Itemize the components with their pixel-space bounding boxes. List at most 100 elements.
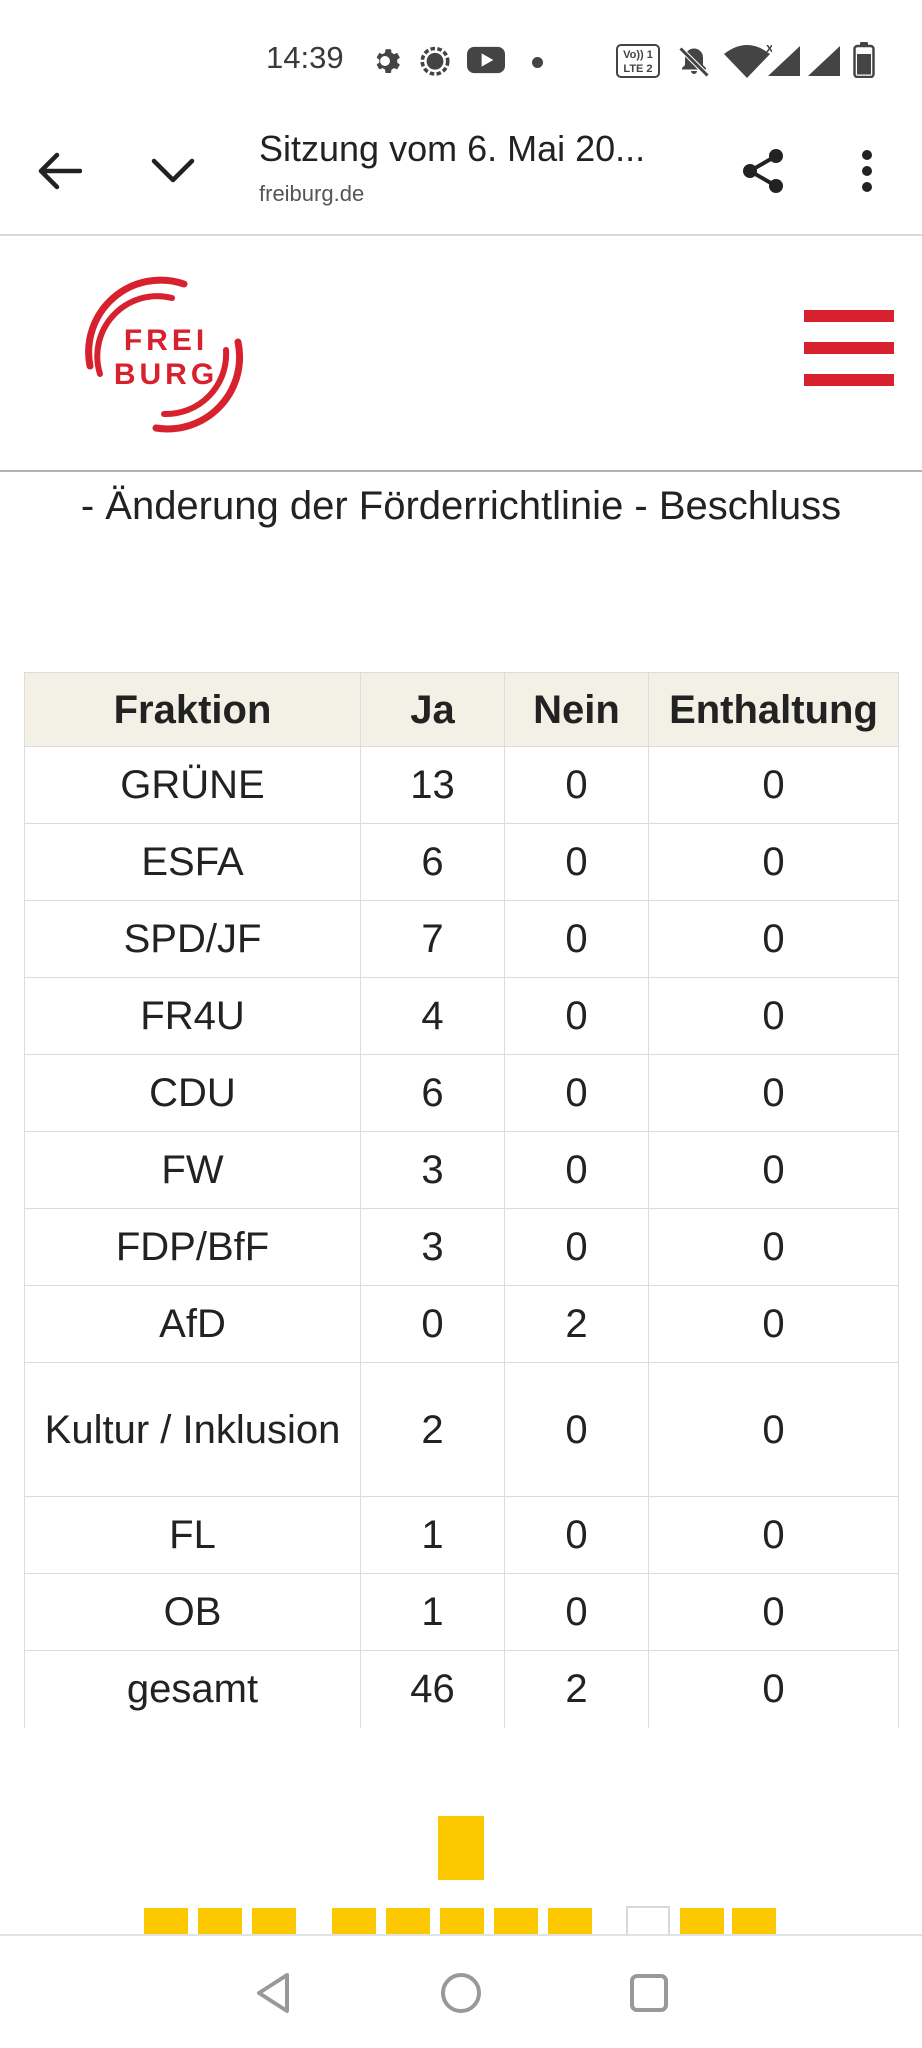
cell-nein: 0 bbox=[504, 746, 649, 824]
cell-fraktion: AfD bbox=[24, 1285, 361, 1363]
cell-ja: 2 bbox=[360, 1362, 505, 1497]
cell-nein: 0 bbox=[504, 1131, 649, 1209]
bell-off-icon bbox=[676, 44, 712, 85]
cell-ja: 6 bbox=[360, 823, 505, 901]
table-header-row: Fraktion Ja Nein Enthaltung bbox=[24, 672, 899, 747]
seat-block bbox=[440, 1908, 484, 1934]
cell-nein: 0 bbox=[504, 1573, 649, 1651]
home-circle-icon bbox=[441, 1973, 481, 2013]
table-row: SPD/JF 7 0 0 bbox=[24, 900, 899, 978]
table-row: AfD 0 2 0 bbox=[24, 1285, 899, 1363]
volte-icon: Vo)) 1 LTE 2 bbox=[616, 44, 660, 83]
youtube-icon bbox=[467, 44, 505, 81]
cell-ja: 1 bbox=[360, 1496, 505, 1574]
cell-enthaltung: 0 bbox=[648, 1208, 899, 1286]
freiburg-logo[interactable]: FREI BURG bbox=[72, 266, 256, 438]
cell-enthaltung: 0 bbox=[648, 1362, 899, 1497]
table-row: FR4U 4 0 0 bbox=[24, 977, 899, 1055]
arrow-left-icon bbox=[38, 152, 82, 190]
cell-fraktion: Kultur / Inklusion bbox=[24, 1362, 361, 1497]
menu-icon-bar bbox=[804, 342, 894, 354]
cell-nein: 0 bbox=[504, 1362, 649, 1497]
cell-ja: 46 bbox=[360, 1650, 505, 1728]
column-header-ja: Ja bbox=[360, 672, 505, 747]
empty-seat-block bbox=[626, 1906, 670, 1934]
share-icon bbox=[743, 149, 783, 193]
cell-fraktion: gesamt bbox=[24, 1650, 361, 1728]
recents-square-icon bbox=[630, 1974, 668, 2012]
cell-fraktion: ESFA bbox=[24, 823, 361, 901]
cell-ja: 13 bbox=[360, 746, 505, 824]
column-header-fraktion: Fraktion bbox=[24, 672, 361, 747]
seat-block bbox=[732, 1908, 776, 1934]
nav-back-button[interactable] bbox=[242, 1962, 304, 2024]
svg-text:FREI: FREI bbox=[124, 324, 208, 357]
cell-ja: 3 bbox=[360, 1131, 505, 1209]
wifi-icon: x bbox=[722, 40, 774, 85]
signal-icon bbox=[806, 44, 842, 83]
table-row: OB 1 0 0 bbox=[24, 1573, 899, 1651]
cell-enthaltung: 0 bbox=[648, 1054, 899, 1132]
svg-text:Vo)) 1: Vo)) 1 bbox=[623, 49, 653, 61]
seat-block bbox=[548, 1908, 592, 1934]
vote-results-table: Fraktion Ja Nein Enthaltung GRÜNE 13 0 0… bbox=[24, 672, 899, 1728]
table-row: Kultur / Inklusion 2 0 0 bbox=[24, 1362, 899, 1497]
browser-toolbar: Sitzung vom 6. Mai 20... freiburg.de bbox=[0, 112, 922, 236]
more-options-button[interactable] bbox=[830, 134, 904, 208]
cell-ja: 4 bbox=[360, 977, 505, 1055]
share-button[interactable] bbox=[726, 134, 800, 208]
seat-block bbox=[438, 1816, 484, 1880]
table-row: FW 3 0 0 bbox=[24, 1131, 899, 1209]
cell-nein: 0 bbox=[504, 823, 649, 901]
cell-fraktion: FW bbox=[24, 1131, 361, 1209]
cell-enthaltung: 0 bbox=[648, 1650, 899, 1728]
cell-fraktion: FR4U bbox=[24, 977, 361, 1055]
cell-enthaltung: 0 bbox=[648, 746, 899, 824]
cell-enthaltung: 0 bbox=[648, 1285, 899, 1363]
cell-nein: 2 bbox=[504, 1650, 649, 1728]
table-row: FDP/BfF 3 0 0 bbox=[24, 1208, 899, 1286]
hamburger-menu-button[interactable] bbox=[804, 310, 894, 386]
cell-nein: 2 bbox=[504, 1285, 649, 1363]
cell-enthaltung: 0 bbox=[648, 823, 899, 901]
back-triangle-icon bbox=[257, 1973, 289, 2013]
chat-bubble-icon bbox=[417, 44, 453, 85]
cell-ja: 1 bbox=[360, 1573, 505, 1651]
svg-text:BURG: BURG bbox=[114, 358, 218, 391]
cell-ja: 0 bbox=[360, 1285, 505, 1363]
cell-nein: 0 bbox=[504, 1054, 649, 1132]
cell-fraktion: CDU bbox=[24, 1054, 361, 1132]
cell-nein: 0 bbox=[504, 1496, 649, 1574]
nav-recents-button[interactable] bbox=[618, 1962, 680, 2024]
site-header: FREI BURG bbox=[0, 238, 922, 472]
cell-fraktion: OB bbox=[24, 1573, 361, 1651]
cell-fraktion: FL bbox=[24, 1496, 361, 1574]
table-row: CDU 6 0 0 bbox=[24, 1054, 899, 1132]
seat-block bbox=[494, 1908, 538, 1934]
menu-icon-bar bbox=[804, 310, 894, 322]
status-bar: 14:39 Vo)) 1 LTE 2 x bbox=[0, 0, 922, 112]
seat-block bbox=[144, 1908, 188, 1934]
page-title[interactable]: Sitzung vom 6. Mai 20... bbox=[259, 128, 645, 170]
cell-nein: 0 bbox=[504, 900, 649, 978]
signal-icon bbox=[766, 44, 802, 83]
more-vertical-icon bbox=[862, 150, 872, 192]
page-domain[interactable]: freiburg.de bbox=[259, 181, 364, 207]
seat-block bbox=[680, 1908, 724, 1934]
menu-icon-bar bbox=[804, 374, 894, 386]
back-button[interactable] bbox=[22, 134, 96, 208]
seat-block bbox=[252, 1908, 296, 1934]
cell-nein: 0 bbox=[504, 977, 649, 1055]
nav-home-button[interactable] bbox=[430, 1962, 492, 2024]
column-header-nein: Nein bbox=[504, 672, 649, 747]
collapse-button[interactable] bbox=[136, 134, 210, 208]
svg-text:LTE 2: LTE 2 bbox=[623, 63, 652, 75]
cell-fraktion: SPD/JF bbox=[24, 900, 361, 978]
cell-ja: 7 bbox=[360, 900, 505, 978]
cell-enthaltung: 0 bbox=[648, 900, 899, 978]
section-subtitle: - Änderung der Förderrichtlinie - Beschl… bbox=[80, 484, 842, 528]
cell-enthaltung: 0 bbox=[648, 1496, 899, 1574]
cell-ja: 6 bbox=[360, 1054, 505, 1132]
seat-block bbox=[386, 1908, 430, 1934]
notification-dot-icon bbox=[532, 57, 543, 68]
